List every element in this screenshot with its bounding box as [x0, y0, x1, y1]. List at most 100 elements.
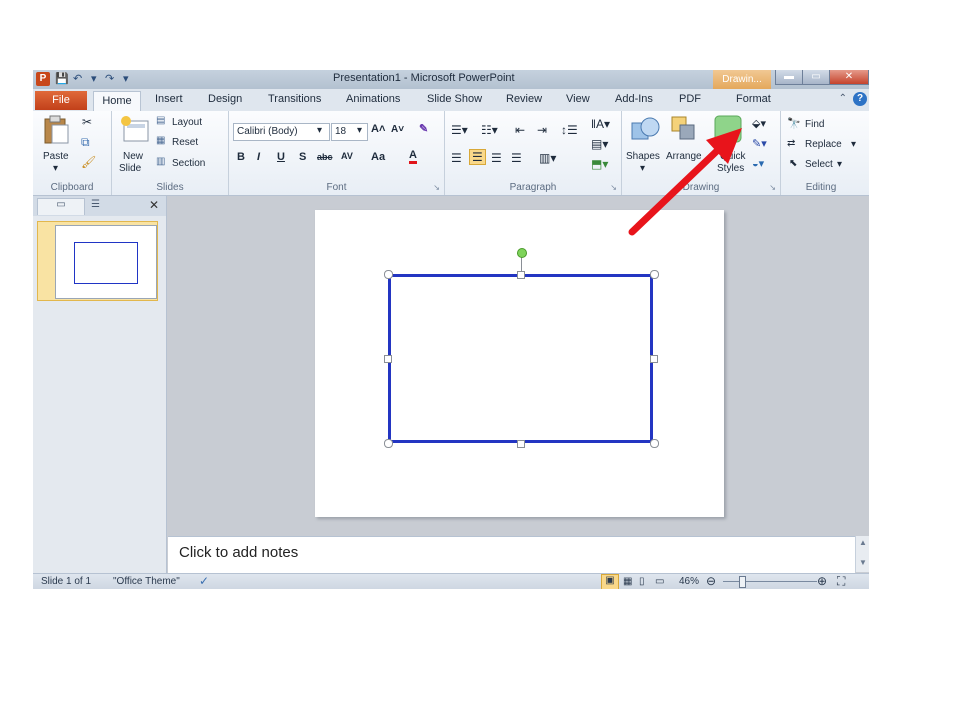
font-size-select[interactable]: 18	[331, 123, 368, 141]
strikethrough-button[interactable]: abc	[317, 152, 333, 162]
redo-icon[interactable]: ↷	[105, 72, 114, 86]
smartart-icon[interactable]: ⬒▾	[591, 157, 608, 171]
shape-effects-icon[interactable]: ◒▾	[752, 157, 764, 170]
outline-tab-icon[interactable]: ☰	[91, 199, 100, 210]
find-button[interactable]: Find	[805, 119, 824, 130]
tab-home[interactable]: Home	[93, 91, 141, 112]
paste-button[interactable]: Paste	[43, 151, 69, 162]
zoom-in-icon[interactable]: ⊕	[817, 574, 827, 588]
italic-button[interactable]: I	[257, 151, 260, 163]
slides-tab-icon[interactable]: ▭	[37, 198, 85, 215]
reset-icon[interactable]: ▦	[156, 135, 165, 146]
font-family-select[interactable]: Calibri (Body)	[233, 123, 330, 141]
normal-view-icon[interactable]: ▣	[601, 574, 619, 589]
rotation-handle[interactable]	[517, 248, 527, 258]
columns-icon[interactable]: ▥▾	[539, 151, 556, 165]
tab-file[interactable]: File	[35, 91, 87, 110]
scroll-down-icon[interactable]: ▼	[859, 558, 867, 567]
fit-to-window-icon[interactable]: ⛶	[837, 574, 845, 589]
resize-handle-bottom[interactable]	[517, 440, 525, 448]
new-slide-button[interactable]: New	[123, 151, 143, 162]
zoom-slider-thumb[interactable]	[739, 576, 746, 588]
replace-button[interactable]: Replace	[805, 139, 842, 150]
paste-icon[interactable]	[42, 115, 70, 145]
tab-format[interactable]: Format	[736, 93, 771, 105]
align-right-icon[interactable]: ☰	[491, 151, 502, 165]
format-painter-icon[interactable]: 🖌	[81, 155, 96, 169]
line-spacing-icon[interactable]: ↕☰	[561, 123, 578, 137]
new-slide-icon[interactable]	[120, 115, 150, 143]
close-pane-icon[interactable]: ✕	[149, 198, 159, 212]
justify-icon[interactable]: ☰	[511, 151, 522, 165]
slide-canvas[interactable]	[315, 210, 724, 517]
save-icon[interactable]: 💾	[55, 72, 69, 86]
drawing-tools-context-tab[interactable]: Drawin...	[713, 70, 771, 89]
scroll-up-icon[interactable]: ▲	[859, 538, 867, 547]
find-icon[interactable]: 🔭	[787, 117, 801, 130]
section-button[interactable]: Section	[172, 158, 205, 169]
font-color-button[interactable]: A	[409, 149, 417, 164]
theme-name[interactable]: "Office Theme"	[113, 576, 180, 587]
replace-icon[interactable]: ⇄	[787, 138, 795, 149]
change-case-button[interactable]: Aa	[371, 151, 385, 163]
font-family-dropdown-icon[interactable]: ▾	[317, 125, 322, 136]
underline-button[interactable]: U	[277, 151, 285, 163]
resize-handle-bottom-right[interactable]	[650, 439, 659, 448]
help-icon[interactable]: ?	[853, 92, 867, 106]
character-spacing-button[interactable]: AV	[341, 151, 353, 161]
powerpoint-app-icon[interactable]: P	[36, 72, 50, 86]
numbering-icon[interactable]: ☷▾	[481, 123, 498, 137]
minimize-ribbon-icon[interactable]: ⌃	[839, 93, 847, 104]
resize-handle-left[interactable]	[384, 355, 392, 363]
tab-insert[interactable]: Insert	[155, 93, 183, 105]
grow-font-icon[interactable]: A˄	[371, 123, 385, 135]
shape-fill-icon[interactable]: ⬙▾	[752, 117, 766, 130]
slide-thumbnail-selection[interactable]	[37, 221, 158, 301]
zoom-slider-track[interactable]	[723, 581, 817, 582]
vertical-scrollbar[interactable]: ▲ ▼	[855, 536, 869, 572]
layout-icon[interactable]: ▤	[156, 115, 165, 126]
reading-view-icon[interactable]: ▯	[639, 576, 645, 587]
align-left-icon[interactable]: ☰	[451, 151, 462, 165]
tab-pdf[interactable]: PDF	[679, 93, 701, 105]
cut-icon[interactable]: ✂	[82, 115, 92, 129]
font-dialog-launcher-icon[interactable]: ↘	[433, 183, 440, 192]
spell-check-icon[interactable]: ✓	[199, 574, 209, 588]
tab-design[interactable]: Design	[208, 93, 242, 105]
drawing-dialog-launcher-icon[interactable]: ↘	[769, 183, 776, 192]
tab-review[interactable]: Review	[506, 93, 542, 105]
shrink-font-icon[interactable]: A˅	[391, 124, 404, 135]
increase-indent-icon[interactable]: ⇥	[537, 123, 547, 137]
shape-outline-icon[interactable]: ✎▾	[752, 137, 767, 150]
slide-show-view-icon[interactable]: ▭	[655, 576, 664, 587]
slide-sorter-icon[interactable]: ▦	[623, 576, 632, 587]
section-icon[interactable]: ▥	[156, 156, 165, 167]
undo-dropdown-icon[interactable]: ▾	[91, 72, 97, 86]
clear-formatting-icon[interactable]: ✎	[419, 122, 428, 135]
close-icon[interactable]: ✕	[829, 70, 869, 85]
tab-slide-show[interactable]: Slide Show	[427, 93, 482, 105]
tab-animations[interactable]: Animations	[346, 93, 400, 105]
paste-dropdown-icon[interactable]: ▾	[53, 163, 58, 174]
select-button[interactable]: Select	[805, 159, 833, 170]
tab-transitions[interactable]: Transitions	[268, 93, 321, 105]
select-icon[interactable]: ⬉	[789, 158, 797, 169]
copy-icon[interactable]: ⧉	[81, 135, 90, 150]
decrease-indent-icon[interactable]: ⇤	[515, 123, 525, 137]
slide-thumbnail[interactable]	[55, 225, 157, 299]
zoom-level[interactable]: 46%	[679, 576, 699, 587]
paragraph-dialog-launcher-icon[interactable]: ↘	[610, 183, 617, 192]
center-icon[interactable]: ☰	[469, 149, 486, 165]
customize-quick-access-icon[interactable]: ▾	[123, 72, 129, 86]
rectangle-shape[interactable]	[388, 274, 653, 443]
reset-button[interactable]: Reset	[172, 137, 198, 148]
resize-handle-top-left[interactable]	[384, 270, 393, 279]
bold-button[interactable]: B	[237, 151, 245, 163]
font-size-dropdown-icon[interactable]: ▾	[357, 125, 362, 136]
select-dropdown-icon[interactable]: ▾	[837, 159, 842, 170]
text-direction-icon[interactable]: ‖A▾	[591, 117, 610, 131]
text-shadow-button[interactable]: S	[299, 151, 306, 163]
bullets-icon[interactable]: ☰▾	[451, 123, 468, 137]
minimize-icon[interactable]: ▬	[775, 70, 803, 85]
tab-add-ins[interactable]: Add-Ins	[615, 93, 653, 105]
